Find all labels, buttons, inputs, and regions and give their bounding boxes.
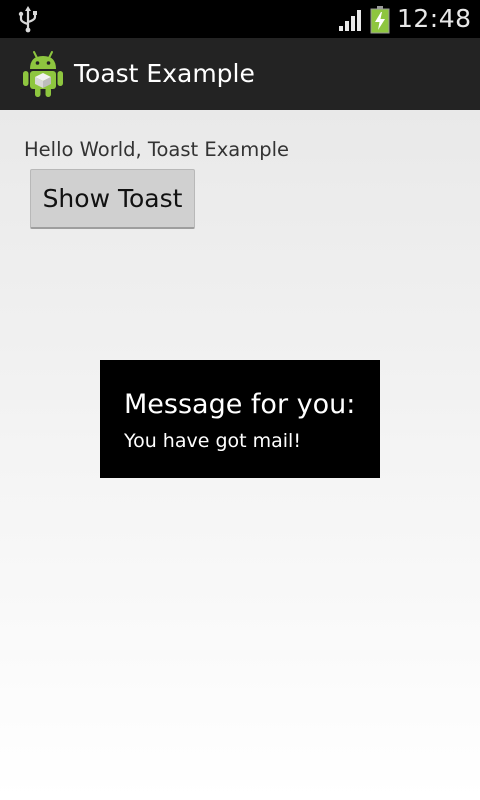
hello-text: Hello World, Toast Example [24, 138, 289, 161]
toast-popup: Message for you: You have got mail! [100, 360, 380, 478]
app-title: Toast Example [74, 59, 255, 88]
action-bar: Toast Example [0, 38, 480, 110]
android-robot-icon[interactable] [20, 48, 66, 98]
status-clock: 12:48 [397, 4, 472, 33]
status-bar: 12:48 [0, 0, 480, 38]
toast-title: Message for you: [124, 389, 356, 420]
usb-icon [18, 6, 37, 33]
signal-icon [339, 10, 361, 31]
toast-message: You have got mail! [124, 430, 301, 452]
battery-charging-icon [370, 6, 390, 34]
show-toast-button[interactable]: Show Toast [30, 169, 195, 229]
